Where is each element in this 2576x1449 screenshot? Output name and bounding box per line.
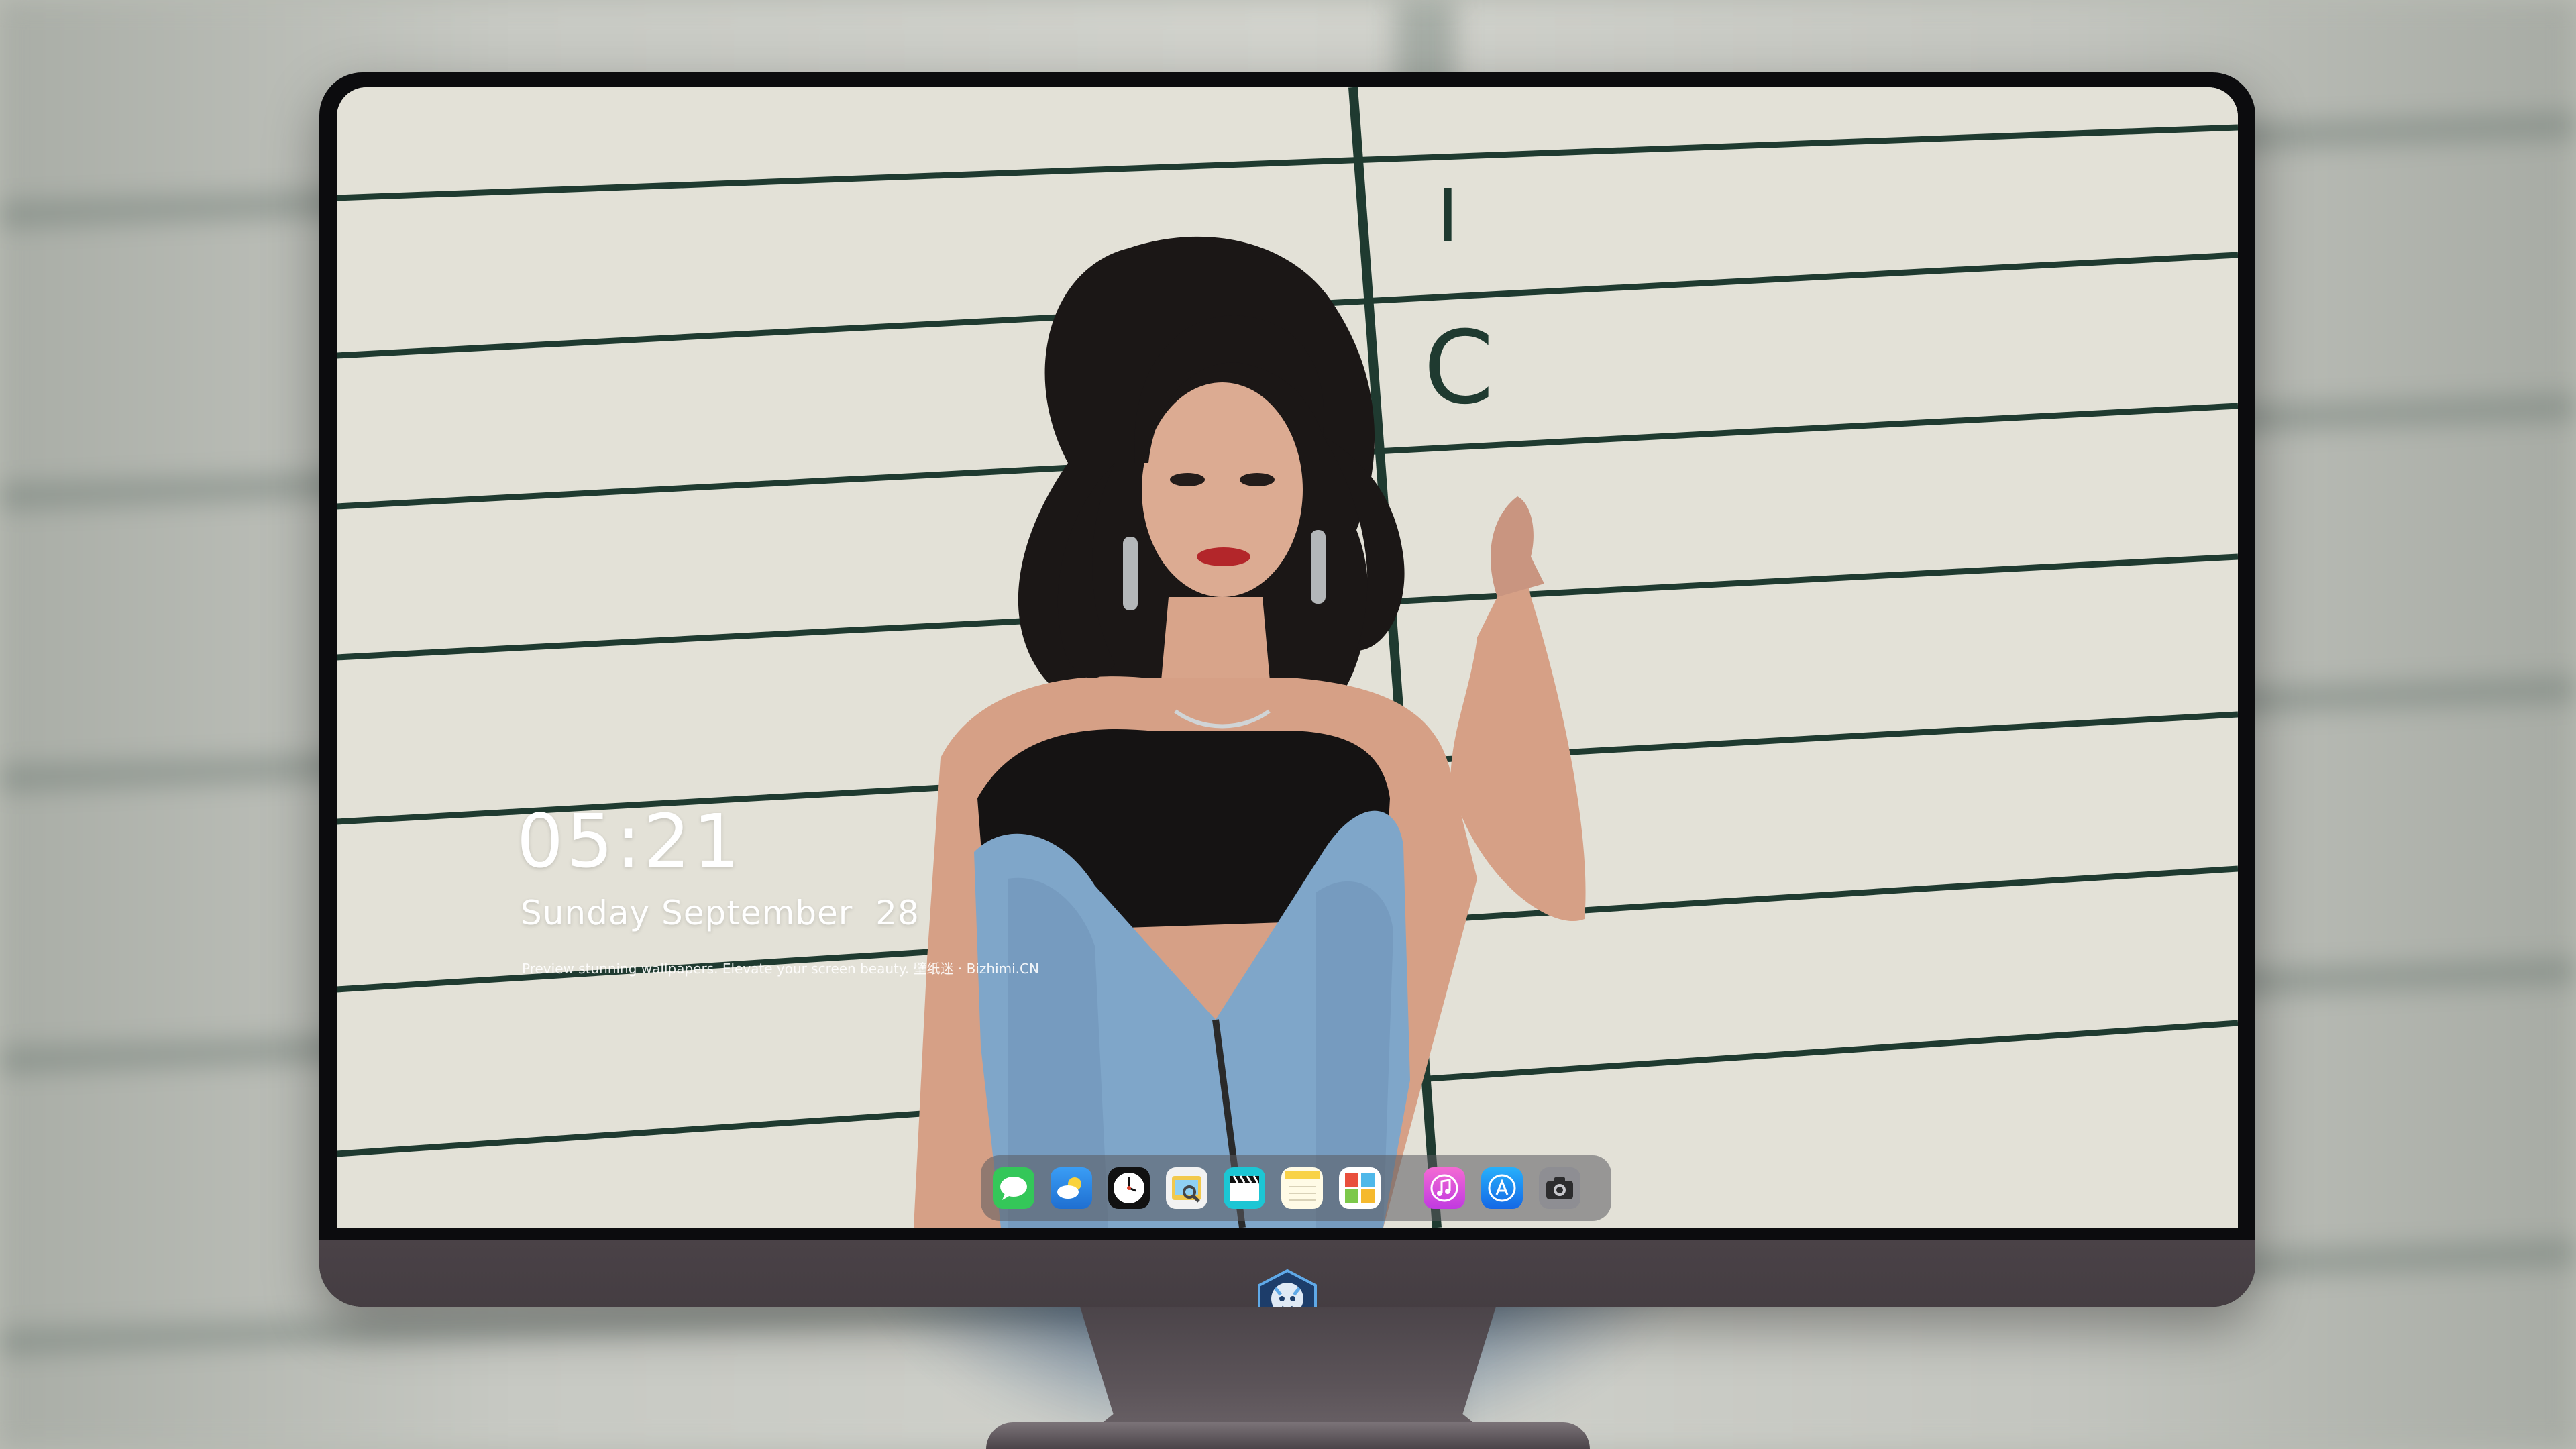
photo-booth-icon[interactable] bbox=[1339, 1167, 1381, 1209]
monitor-stand-base bbox=[986, 1422, 1590, 1449]
lock-screen-time: 05:21 bbox=[517, 798, 743, 884]
messages-icon[interactable] bbox=[993, 1167, 1034, 1209]
notes-icon[interactable] bbox=[1281, 1167, 1323, 1209]
wallpaper-person bbox=[914, 236, 1586, 1228]
music-icon[interactable] bbox=[1424, 1167, 1465, 1209]
app-store-icon[interactable] bbox=[1481, 1167, 1523, 1209]
lock-screen[interactable]: I C 05:21 Sunday September 28 Preview st… bbox=[337, 87, 2238, 1228]
dock bbox=[981, 1155, 1611, 1221]
lock-screen-tagline: Preview stunning wallpapers. Elevate you… bbox=[522, 961, 1039, 977]
dragon-logo-icon bbox=[1258, 1269, 1317, 1307]
clips-icon[interactable] bbox=[1224, 1167, 1265, 1209]
clock-icon[interactable] bbox=[1108, 1167, 1150, 1209]
lock-screen-date: Sunday September 28 bbox=[521, 894, 920, 932]
camera-icon[interactable] bbox=[1539, 1167, 1580, 1209]
preview-icon[interactable] bbox=[1166, 1167, 1208, 1209]
monitor-stand bbox=[1080, 1307, 1496, 1441]
monitor: I C 05:21 Sunday September 28 Preview st… bbox=[319, 72, 2255, 1307]
weather-icon[interactable] bbox=[1051, 1167, 1092, 1209]
